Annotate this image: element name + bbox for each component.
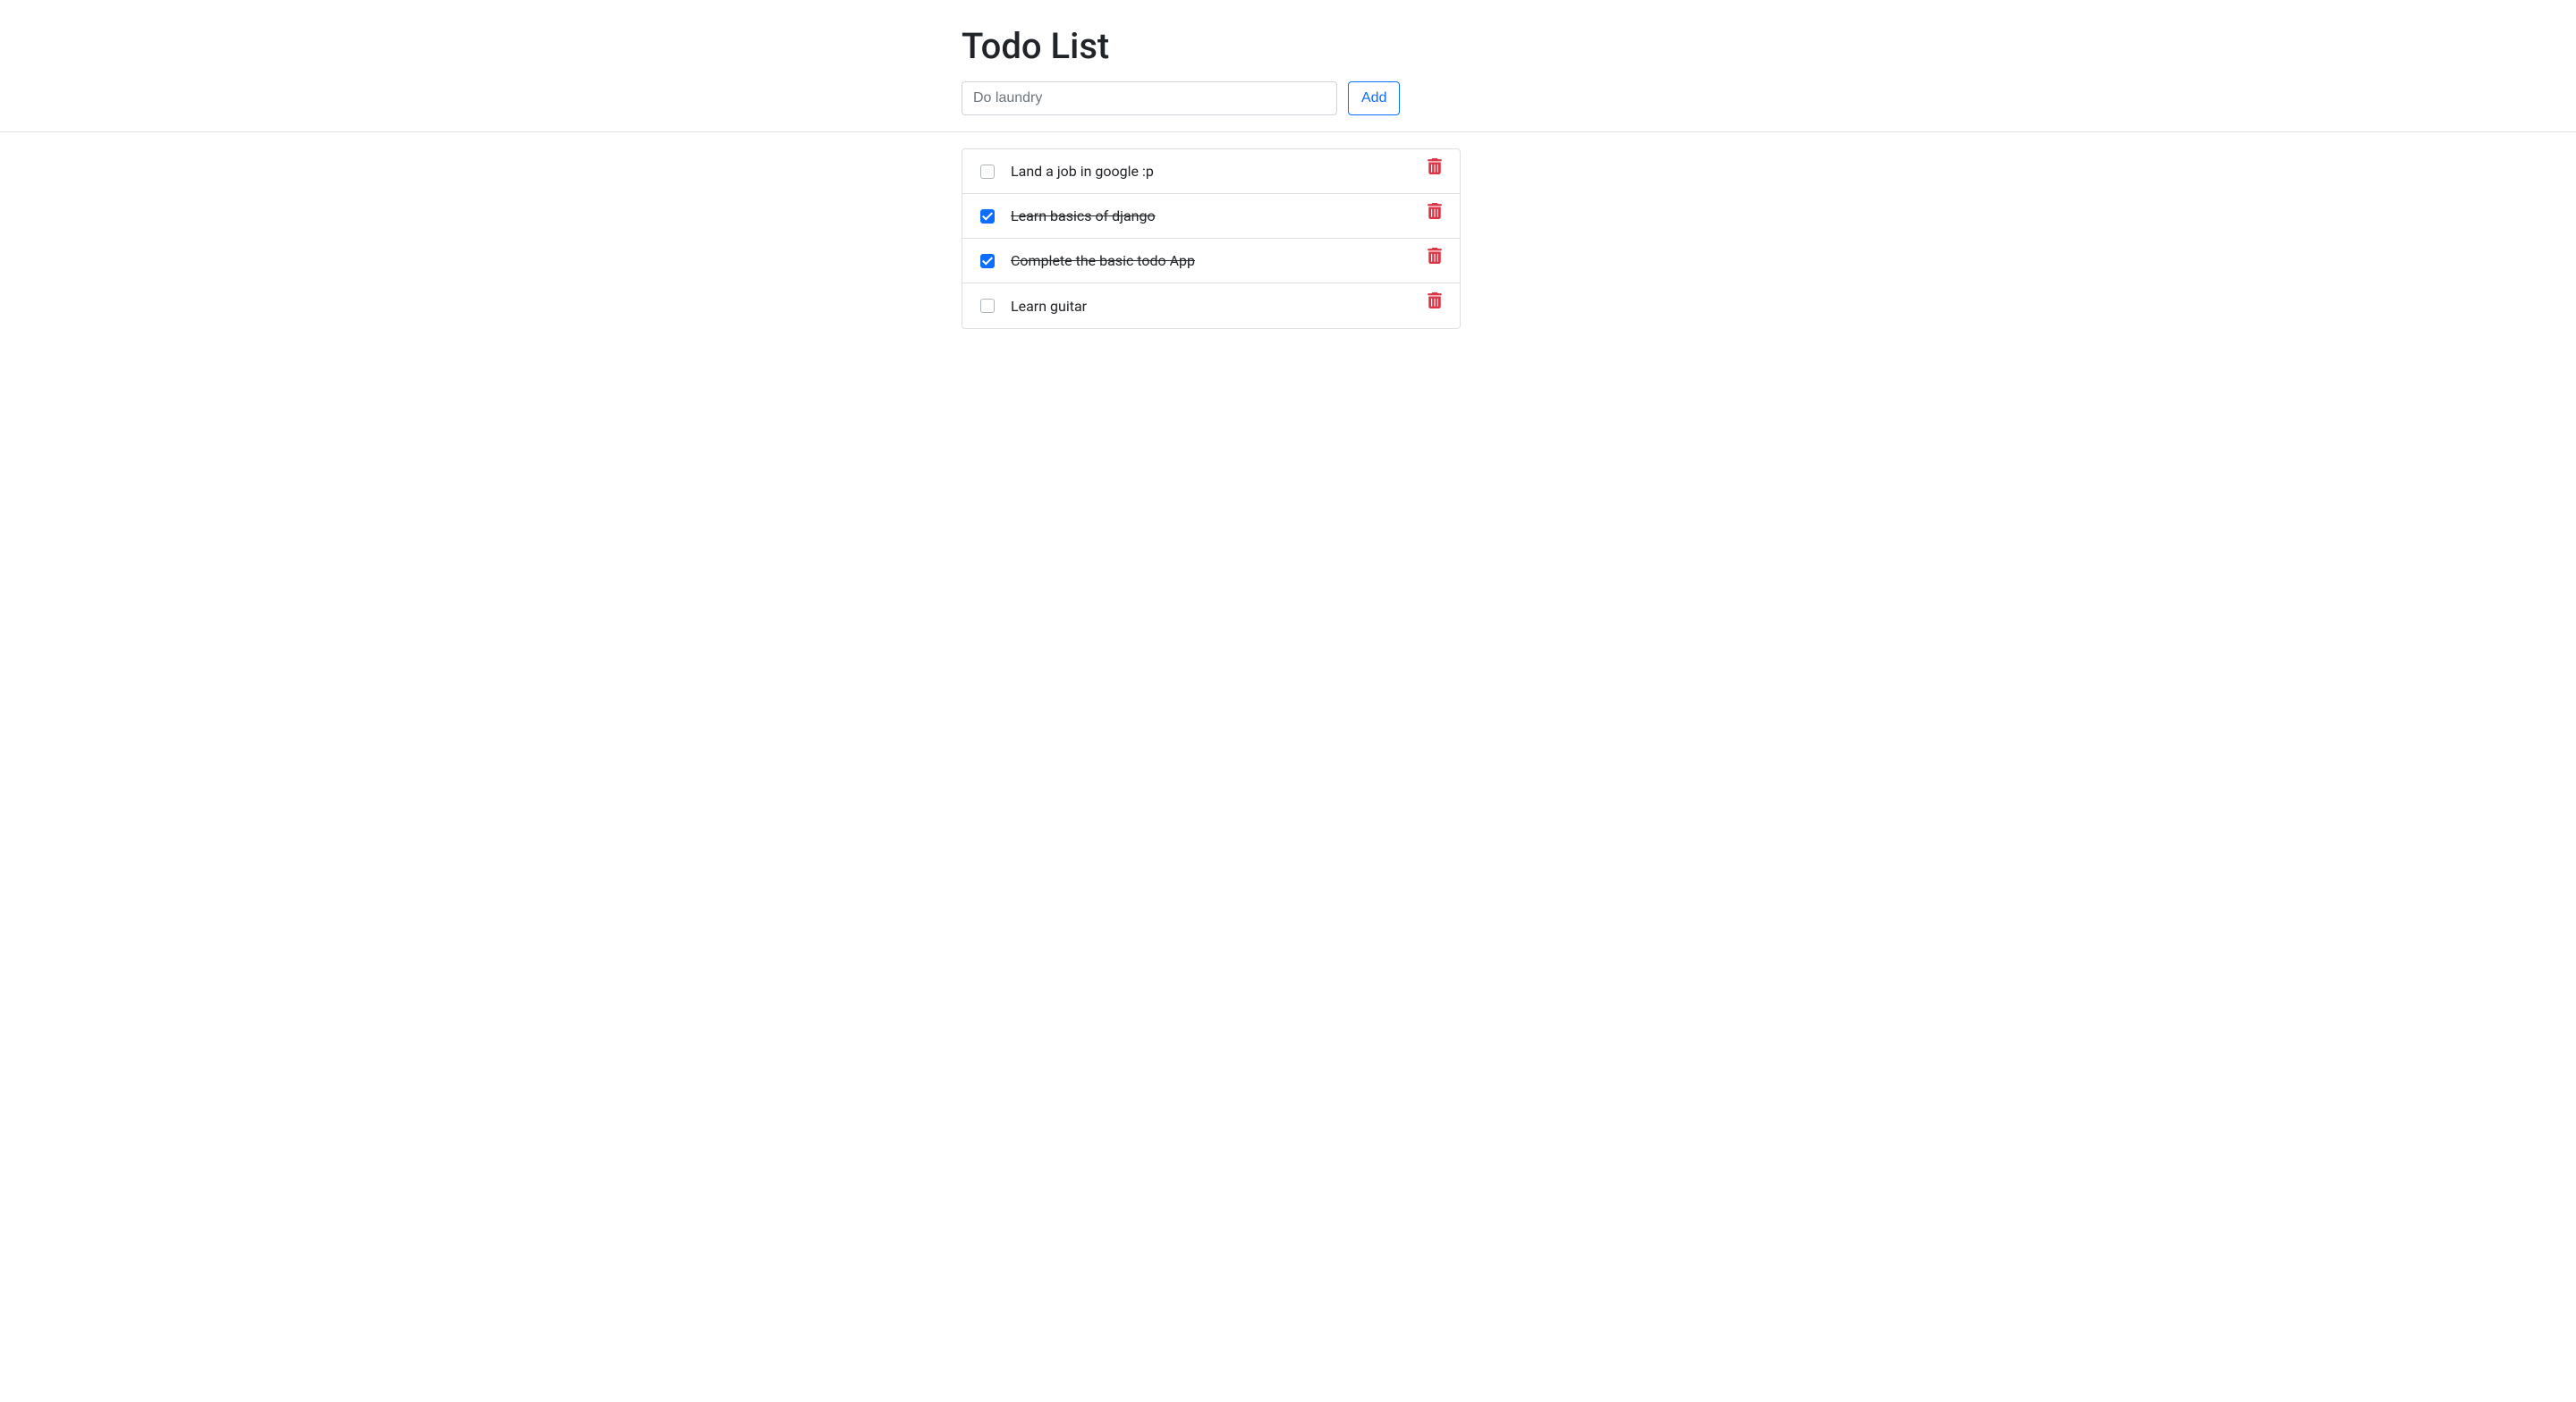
todo-label[interactable]: Learn basics of django bbox=[1011, 207, 1156, 224]
todo-checkbox[interactable] bbox=[980, 299, 995, 313]
todo-checkbox[interactable] bbox=[980, 165, 995, 179]
todo-item: Learn basics of django bbox=[962, 194, 1460, 239]
trash-icon[interactable] bbox=[1428, 248, 1442, 264]
add-button[interactable]: Add bbox=[1348, 81, 1400, 115]
todo-checkbox[interactable] bbox=[980, 254, 995, 268]
todo-item: Complete the basic todo App bbox=[962, 239, 1460, 283]
todo-input[interactable] bbox=[962, 81, 1337, 115]
trash-icon[interactable] bbox=[1428, 292, 1442, 308]
todo-label[interactable]: Complete the basic todo App bbox=[1011, 252, 1195, 269]
todo-checkbox[interactable] bbox=[980, 209, 995, 224]
todo-label[interactable]: Learn guitar bbox=[1011, 298, 1087, 315]
todo-list: Land a job in google :p Learn basics of … bbox=[962, 148, 1461, 329]
page-title: Todo List bbox=[962, 25, 1792, 67]
divider bbox=[0, 131, 2576, 132]
todo-label[interactable]: Land a job in google :p bbox=[1011, 163, 1154, 180]
add-todo-row: Add bbox=[962, 81, 1792, 115]
todo-item: Land a job in google :p bbox=[962, 149, 1460, 194]
trash-icon[interactable] bbox=[1428, 158, 1442, 174]
trash-icon[interactable] bbox=[1428, 203, 1442, 219]
todo-item: Learn guitar bbox=[962, 283, 1460, 328]
